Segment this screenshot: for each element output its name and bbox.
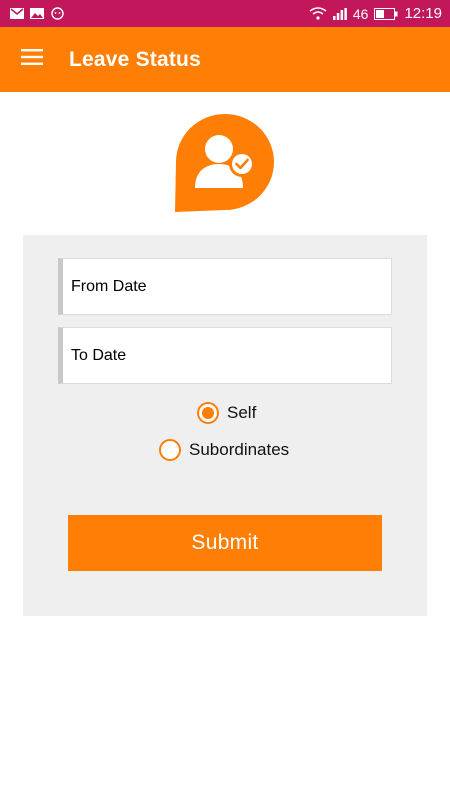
radio-selected-icon[interactable] — [197, 402, 219, 424]
page-title: Leave Status — [69, 47, 201, 71]
clock: 12:19 — [404, 5, 442, 22]
emoji-icon — [50, 7, 64, 20]
gmail-icon — [10, 8, 24, 20]
app-bar: Leave Status — [0, 27, 450, 92]
from-date-placeholder: From Date — [71, 277, 147, 295]
leave-status-form: From Date To Date Self Subordinates Subm… — [23, 235, 427, 616]
image-icon — [30, 8, 44, 20]
radio-unselected-icon[interactable] — [159, 439, 181, 461]
radio-subordinates-label: Subordinates — [189, 440, 290, 459]
status-bar: 46 12:19 — [0, 0, 450, 27]
battery-icon — [374, 7, 398, 20]
menu-button[interactable] — [0, 27, 64, 92]
user-check-bubble-icon — [175, 114, 275, 212]
hamburger-menu-icon — [21, 49, 43, 70]
submit-button[interactable]: Submit — [68, 515, 382, 571]
wifi-icon — [309, 7, 327, 20]
notification-icons — [10, 7, 64, 20]
radio-subordinates[interactable]: Subordinates — [159, 439, 289, 461]
radio-self-label: Self — [227, 403, 257, 422]
signal-icon — [332, 7, 347, 20]
to-date-placeholder: To Date — [71, 346, 127, 364]
radio-self[interactable]: Self — [197, 402, 256, 424]
to-date-field[interactable]: To Date — [58, 327, 392, 384]
network-type: 46 — [352, 5, 369, 22]
from-date-field[interactable]: From Date — [58, 258, 392, 315]
